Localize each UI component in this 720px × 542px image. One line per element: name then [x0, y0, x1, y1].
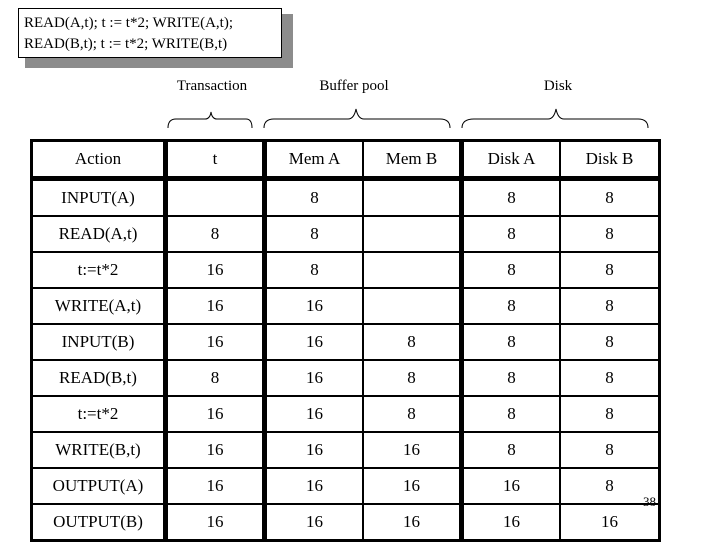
- brace-buffer-pool: [263, 108, 451, 129]
- cell-action: OUTPUT(A): [30, 467, 168, 505]
- cell-mem-a: 16: [263, 395, 364, 433]
- table-row: INPUT(A) 8 8 8: [30, 177, 661, 217]
- cell-mem-b: 16: [362, 467, 464, 505]
- table-row: OUTPUT(A) 16 16 16 16 8: [30, 467, 661, 505]
- cell-mem-b: [362, 287, 464, 325]
- cell-disk-b: 8: [559, 177, 661, 217]
- cell-action: WRITE(B,t): [30, 431, 168, 469]
- cell-action: INPUT(A): [30, 177, 168, 217]
- cell-t: [164, 177, 267, 217]
- header-disk-a: Disk A: [460, 139, 561, 181]
- cell-mem-b: 8: [362, 395, 464, 433]
- cell-disk-b: 8: [559, 359, 661, 397]
- cell-t: 8: [164, 215, 267, 253]
- cell-mem-b: 16: [362, 431, 464, 469]
- cell-mem-b: [362, 251, 464, 289]
- cell-t: 16: [164, 251, 267, 289]
- header-disk-b: Disk B: [559, 139, 661, 181]
- table-row: READ(A,t) 8 8 8 8: [30, 215, 661, 253]
- table-row: WRITE(B,t) 16 16 16 8 8: [30, 431, 661, 469]
- cell-disk-a: 8: [460, 359, 561, 397]
- cell-disk-a: 8: [460, 215, 561, 253]
- table-row: OUTPUT(B) 16 16 16 16 16: [30, 503, 661, 542]
- cell-mem-a: 16: [263, 431, 364, 469]
- cell-t: 16: [164, 395, 267, 433]
- table-row: INPUT(B) 16 16 8 8 8: [30, 323, 661, 361]
- table-row: READ(B,t) 8 16 8 8 8: [30, 359, 661, 397]
- table-header-row: Action t Mem A Mem B Disk A Disk B: [30, 139, 661, 181]
- cell-disk-a: 16: [460, 467, 561, 505]
- brace-disk: [461, 108, 649, 129]
- cell-disk-a: 8: [460, 323, 561, 361]
- cell-mem-a: 8: [263, 251, 364, 289]
- cell-t: 16: [164, 287, 267, 325]
- cell-mem-b: 8: [362, 323, 464, 361]
- cell-disk-a: 8: [460, 177, 561, 217]
- cell-mem-b: 8: [362, 359, 464, 397]
- cell-action: OUTPUT(B): [30, 503, 168, 542]
- group-braces: [167, 108, 649, 129]
- cell-disk-b: 8: [559, 287, 661, 325]
- cell-t: 16: [164, 431, 267, 469]
- cell-mem-a: 16: [263, 287, 364, 325]
- cell-disk-a: 8: [460, 395, 561, 433]
- cell-mem-a: 16: [263, 323, 364, 361]
- header-t: t: [164, 139, 267, 181]
- cell-disk-b: 8: [559, 323, 661, 361]
- cell-t: 16: [164, 503, 267, 542]
- cell-mem-b: [362, 177, 464, 217]
- page-number: 38: [643, 494, 656, 509]
- cell-action: t:=t*2: [30, 251, 168, 289]
- header-mem-a: Mem A: [263, 139, 364, 181]
- cell-disk-a: 8: [460, 287, 561, 325]
- cell-mem-a: 16: [263, 359, 364, 397]
- cell-action: INPUT(B): [30, 323, 168, 361]
- cell-mem-a: 16: [263, 467, 364, 505]
- buffer-trace-table: Action t Mem A Mem B Disk A Disk B INPUT…: [30, 139, 661, 542]
- cell-action: WRITE(A,t): [30, 287, 168, 325]
- brace-transaction: [167, 111, 253, 129]
- cell-disk-b: 8: [559, 431, 661, 469]
- cell-mem-a: 8: [263, 177, 364, 217]
- cell-mem-b: 16: [362, 503, 464, 542]
- table-row: t:=t*2 16 8 8 8: [30, 251, 661, 289]
- cell-mem-a: 16: [263, 503, 364, 542]
- cell-mem-a: 8: [263, 215, 364, 253]
- header-mem-b: Mem B: [362, 139, 464, 181]
- cell-disk-a: 8: [460, 431, 561, 469]
- header-action: Action: [30, 139, 168, 181]
- cell-disk-b: 8: [559, 395, 661, 433]
- cell-action: READ(B,t): [30, 359, 168, 397]
- table-row: WRITE(A,t) 16 16 8 8: [30, 287, 661, 325]
- cell-t: 16: [164, 323, 267, 361]
- cell-action: t:=t*2: [30, 395, 168, 433]
- cell-mem-b: [362, 215, 464, 253]
- table-row: t:=t*2 16 16 8 8 8: [30, 395, 661, 433]
- cell-t: 8: [164, 359, 267, 397]
- cell-disk-b: 8: [559, 215, 661, 253]
- cell-disk-b: 8: [559, 251, 661, 289]
- cell-t: 16: [164, 467, 267, 505]
- cell-disk-a: 8: [460, 251, 561, 289]
- cell-action: READ(A,t): [30, 215, 168, 253]
- cell-disk-a: 16: [460, 503, 561, 542]
